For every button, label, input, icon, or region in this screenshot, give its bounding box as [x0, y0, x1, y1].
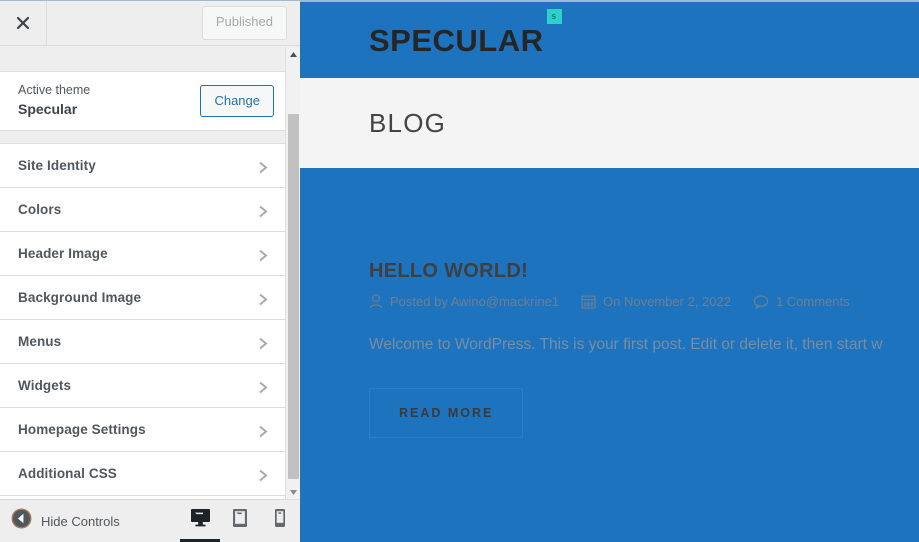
- sidebar-item-colors[interactable]: Colors: [0, 188, 289, 232]
- sidebar-item-site-identity[interactable]: Site Identity: [0, 144, 289, 188]
- customizer-app: Published Active theme Specular Change S…: [0, 0, 919, 542]
- scrollbar-thumb[interactable]: [288, 114, 299, 479]
- chevron-right-icon: [258, 336, 269, 349]
- read-more-button[interactable]: READ MORE: [369, 387, 524, 438]
- calendar-icon: [581, 294, 596, 309]
- post-comments-label: 1 Comments: [775, 294, 850, 309]
- chevron-right-icon: [258, 204, 269, 217]
- device-preview-switcher: [180, 500, 300, 542]
- sidebar-item-homepage-settings[interactable]: Homepage Settings: [0, 408, 289, 452]
- sidebar-item-label: Colors: [18, 202, 62, 217]
- customizer-subheader-strip: [0, 46, 289, 72]
- post-item: HELLO WORLD! Posted by Awino@mackrine1 O…: [369, 260, 919, 438]
- sidebar-item-label: Homepage Settings: [18, 422, 146, 437]
- chevron-right-icon: [258, 380, 269, 393]
- chevron-right-icon: [258, 468, 269, 481]
- desktop-icon: [190, 508, 211, 527]
- mobile-icon: [274, 508, 286, 528]
- hide-controls-button[interactable]: Hide Controls: [0, 508, 120, 534]
- customizer-footer: Hide Controls: [0, 499, 300, 542]
- sidebar-scrollbar[interactable]: [285, 47, 300, 500]
- publish-button[interactable]: Published: [201, 6, 287, 40]
- post-excerpt: Welcome to WordPress. This is your first…: [369, 336, 883, 353]
- customizer-header: Published: [0, 1, 300, 46]
- post-author: Posted by Awino@mackrine1: [369, 294, 559, 309]
- sidebar-item-label: Header Image: [18, 246, 108, 261]
- page-banner: BLOG: [300, 78, 919, 168]
- comment-bubble-icon: [753, 294, 769, 309]
- chevron-right-icon: [258, 424, 269, 437]
- customizer-panel-scroll: Active theme Specular Change Site Identi…: [0, 72, 289, 500]
- device-desktop-button[interactable]: [180, 500, 220, 542]
- sidebar-item-menus[interactable]: Menus: [0, 320, 289, 364]
- post-date-label: On November 2, 2022: [603, 294, 731, 309]
- device-mobile-button[interactable]: [260, 500, 300, 542]
- chevron-right-icon: [258, 160, 269, 173]
- post-meta: Posted by Awino@mackrine1 On November 2,: [369, 294, 919, 309]
- device-tablet-button[interactable]: [220, 500, 260, 542]
- tablet-icon: [232, 508, 248, 528]
- site-logo[interactable]: SPECULAR s: [369, 8, 562, 58]
- active-theme-block: Active theme Specular Change: [0, 72, 289, 131]
- site-logo-badge: s: [546, 8, 562, 24]
- close-x-icon: [16, 16, 30, 30]
- active-theme-name: Specular: [18, 101, 78, 117]
- sidebar-item-header-image[interactable]: Header Image: [0, 232, 289, 276]
- page-title: BLOG: [369, 107, 447, 138]
- post-list: HELLO WORLD! Posted by Awino@mackrine1 O…: [300, 168, 919, 438]
- chevron-right-icon: [258, 292, 269, 305]
- sidebar-item-widgets[interactable]: Widgets: [0, 364, 289, 408]
- scroll-up-arrow-icon[interactable]: [286, 47, 300, 62]
- sidebar-item-additional-css[interactable]: Additional CSS: [0, 452, 289, 496]
- active-theme-text: Active theme Specular: [18, 82, 90, 119]
- site-logo-text: SPECULAR: [369, 22, 544, 58]
- change-theme-button[interactable]: Change: [200, 84, 274, 117]
- active-theme-label: Active theme: [18, 83, 91, 98]
- collapse-left-circle-icon: [11, 508, 32, 534]
- sidebar-item-label: Widgets: [18, 378, 72, 393]
- post-comments: 1 Comments: [753, 294, 850, 309]
- scroll-down-arrow-icon[interactable]: [286, 485, 300, 500]
- sidebar-item-label: Site Identity: [18, 158, 96, 173]
- sidebar-item-label: Menus: [18, 334, 62, 349]
- site-header: SPECULAR s: [300, 2, 919, 78]
- post-title[interactable]: HELLO WORLD!: [369, 260, 919, 283]
- hide-controls-label: Hide Controls: [41, 513, 120, 529]
- customizer-sidebar: Published Active theme Specular Change S…: [0, 0, 300, 542]
- post-date: On November 2, 2022: [581, 294, 731, 309]
- sidebar-item-label: Additional CSS: [18, 466, 117, 481]
- sidebar-item-label: Background Image: [18, 290, 142, 305]
- header-spacer: [47, 1, 202, 45]
- user-icon: [369, 294, 383, 309]
- panel-gap: [0, 131, 289, 144]
- chevron-right-icon: [258, 248, 269, 261]
- close-customizer-button[interactable]: [0, 1, 47, 45]
- site-preview-frame: SPECULAR s BLOG HELLO WORLD! Posted by A…: [300, 0, 919, 542]
- sidebar-item-background-image[interactable]: Background Image: [0, 276, 289, 320]
- post-author-label: Posted by Awino@mackrine1: [390, 294, 560, 309]
